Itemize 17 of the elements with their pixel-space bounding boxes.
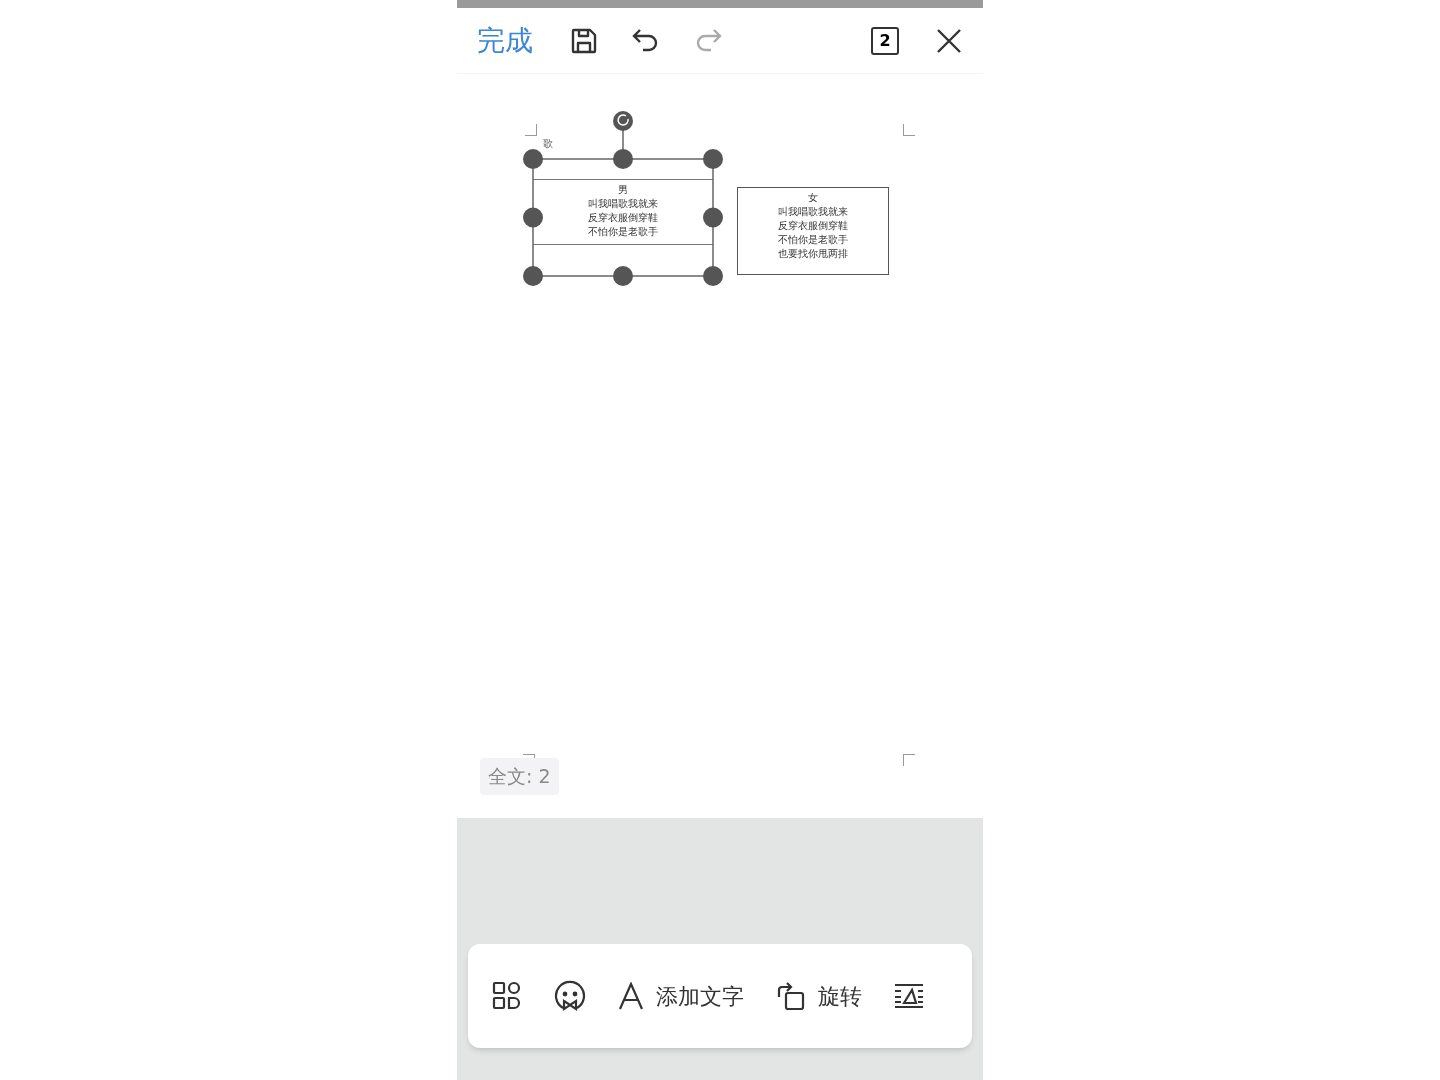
text-line: 女 xyxy=(808,191,818,205)
text-line: 反穿衣服倒穿鞋 xyxy=(778,219,848,233)
caption-text: 歌 xyxy=(543,137,553,151)
text-line: 不怕你是老歌手 xyxy=(778,233,848,247)
tool-button[interactable]: 旋转 xyxy=(776,979,862,1013)
text-line: 叫我唱歌我就来 xyxy=(778,205,848,219)
word-count-badge: 全文: 2 xyxy=(480,758,559,795)
text-box[interactable]: 男 叫我唱歌我就来 反穿衣服倒穿鞋 不怕你是老歌手 xyxy=(533,179,713,245)
text-line: 不怕你是老歌手 xyxy=(588,225,658,239)
done-button[interactable]: 完成 xyxy=(477,19,533,62)
tool-button[interactable]: 添加文字 xyxy=(618,979,744,1013)
text-box[interactable]: 女 叫我唱歌我就来 反穿衣服倒穿鞋 不怕你是老歌手 也要找你甩两排 xyxy=(737,187,889,275)
text-line: 男 xyxy=(618,183,628,197)
text-line: 也要找你甩两排 xyxy=(778,247,848,261)
text-line: 反穿衣服倒穿鞋 xyxy=(588,211,658,225)
text-line: 叫我唱歌我就来 xyxy=(588,197,658,211)
page-count-button[interactable]: 2 xyxy=(871,26,899,55)
